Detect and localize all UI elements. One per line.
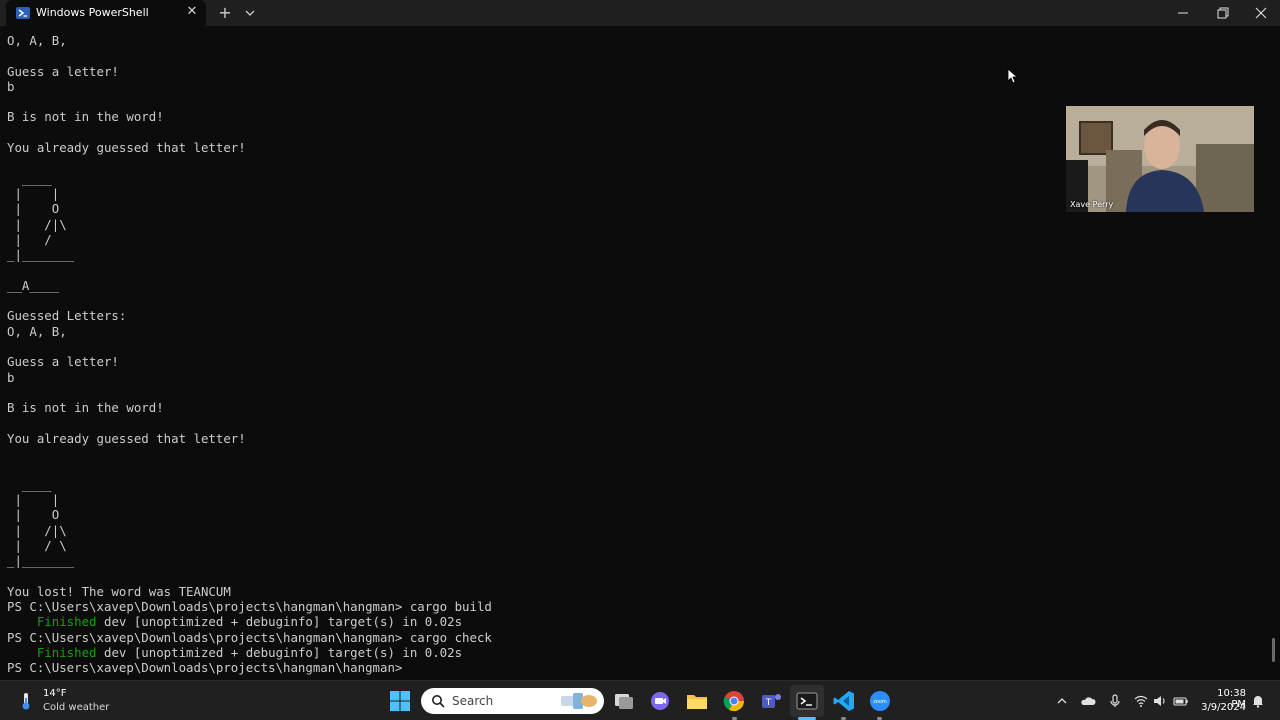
search-highlight-icon	[561, 693, 597, 709]
title-bar: Windows PowerShell ✕ +	[0, 0, 1280, 26]
terminal-line-indent	[7, 645, 37, 660]
svg-text:T: T	[765, 698, 772, 708]
terminal-line: Guess a letter!	[7, 354, 119, 370]
chrome-icon[interactable]	[722, 689, 746, 713]
webcam-video: Xave Perry	[1066, 106, 1254, 212]
terminal-line: PS C:\Users\xavep\Downloads\projects\han…	[7, 598, 492, 614]
terminal-line: You already guessed that letter!	[7, 140, 246, 156]
weather-description[interactable]: Cold weather	[43, 702, 109, 713]
chevron-down-icon[interactable]	[242, 4, 258, 22]
terminal-line: You already guessed that letter!	[7, 430, 246, 446]
terminal-line: | O	[7, 201, 60, 217]
terminal-line: B is not in the word!	[7, 109, 164, 125]
svg-text:zoom: zoom	[873, 699, 887, 705]
minimize-button[interactable]	[1164, 0, 1202, 26]
terminal-line: | /|\	[7, 216, 67, 232]
battery-icon[interactable]	[1173, 693, 1189, 709]
new-tab-button[interactable]: +	[216, 4, 234, 22]
tab-close-icon[interactable]: ✕	[184, 4, 200, 20]
terminal-output: O, A, B, Guess a letter! b B is not in the …	[7, 33, 492, 675]
chat-icon[interactable]	[648, 689, 672, 713]
terminal-line: B is not in the word!	[7, 400, 164, 416]
terminal-line: PS C:\Users\xavep\Downloads\projects\han…	[7, 629, 492, 645]
vscode-icon[interactable]	[832, 689, 856, 713]
zoom-icon[interactable]: zoom	[868, 689, 892, 713]
terminal-line: b	[7, 78, 15, 94]
terminal-line: ____	[7, 476, 52, 492]
terminal-scrollbar[interactable]	[1272, 638, 1275, 662]
mouse-cursor-icon	[1007, 68, 1019, 84]
terminal-line-text: dev [unoptimized + debuginfo] target(s) …	[96, 614, 463, 630]
microphone-icon[interactable]	[1107, 693, 1123, 709]
wifi-icon[interactable]	[1133, 693, 1149, 709]
taskbar: 14°F Cold weather Search T zoom 10:38 PM…	[0, 680, 1280, 720]
terminal-line: You lost! The word was TEANCUM	[7, 583, 231, 599]
clock-date[interactable]: 3/9/2024	[1200, 702, 1246, 713]
chevron-up-icon[interactable]	[1054, 693, 1070, 709]
notification-bell-icon[interactable]	[1250, 693, 1266, 709]
terminal-line-text: dev [unoptimized + debuginfo] target(s) …	[96, 644, 463, 660]
weather-temperature[interactable]: 14°F	[43, 688, 66, 699]
webcam-person-image	[1066, 106, 1254, 212]
terminal-line: __A____	[7, 277, 60, 293]
restore-button[interactable]	[1203, 0, 1241, 26]
terminal-line: Finished dev [unoptimized + debuginfo] t…	[7, 614, 492, 629]
terminal-line: ____	[7, 170, 52, 186]
windows-start-icon[interactable]	[388, 689, 412, 713]
powershell-icon	[16, 7, 30, 19]
close-window-button[interactable]	[1242, 0, 1280, 26]
terminal-status-finished: Finished	[36, 614, 97, 630]
task-view-icon[interactable]	[612, 689, 636, 713]
search-placeholder: Search	[452, 694, 494, 708]
volume-icon[interactable]	[1152, 693, 1168, 709]
tab-windows-powershell[interactable]: Windows PowerShell ✕	[6, 0, 206, 26]
terminal-line: O, A, B,	[7, 33, 67, 48]
terminal-line: Guess a letter!	[7, 63, 119, 79]
thermometer-icon[interactable]	[16, 691, 36, 711]
taskbar-search-box[interactable]: Search	[421, 688, 604, 714]
terminal-line: | / \	[7, 537, 67, 553]
terminal-line: _|_______	[7, 247, 75, 263]
terminal-line: | /|\	[7, 522, 67, 538]
file-explorer-icon[interactable]	[685, 689, 709, 713]
terminal-line: Finished dev [unoptimized + debuginfo] t…	[7, 645, 492, 660]
search-icon	[432, 695, 445, 708]
terminal-line: | /	[7, 231, 52, 247]
terminal-line: | |	[7, 185, 60, 201]
terminal-line: | O	[7, 507, 60, 523]
participant-name: Xave Perry	[1070, 200, 1114, 209]
terminal-status-finished: Finished	[36, 644, 97, 660]
teams-icon[interactable]: T	[759, 689, 783, 713]
terminal-icon[interactable]	[795, 689, 819, 713]
terminal-line-indent	[7, 614, 37, 629]
tab-title: Windows PowerShell	[36, 6, 149, 19]
terminal-line: _|_______	[7, 553, 75, 569]
terminal-line: PS C:\Users\xavep\Downloads\projects\han…	[7, 660, 403, 676]
terminal-line: O, A, B,	[7, 323, 67, 339]
terminal-line: b	[7, 369, 15, 385]
onedrive-cloud-icon[interactable]	[1080, 693, 1096, 709]
terminal-line: | |	[7, 491, 60, 507]
terminal-line: Guessed Letters:	[7, 308, 127, 324]
